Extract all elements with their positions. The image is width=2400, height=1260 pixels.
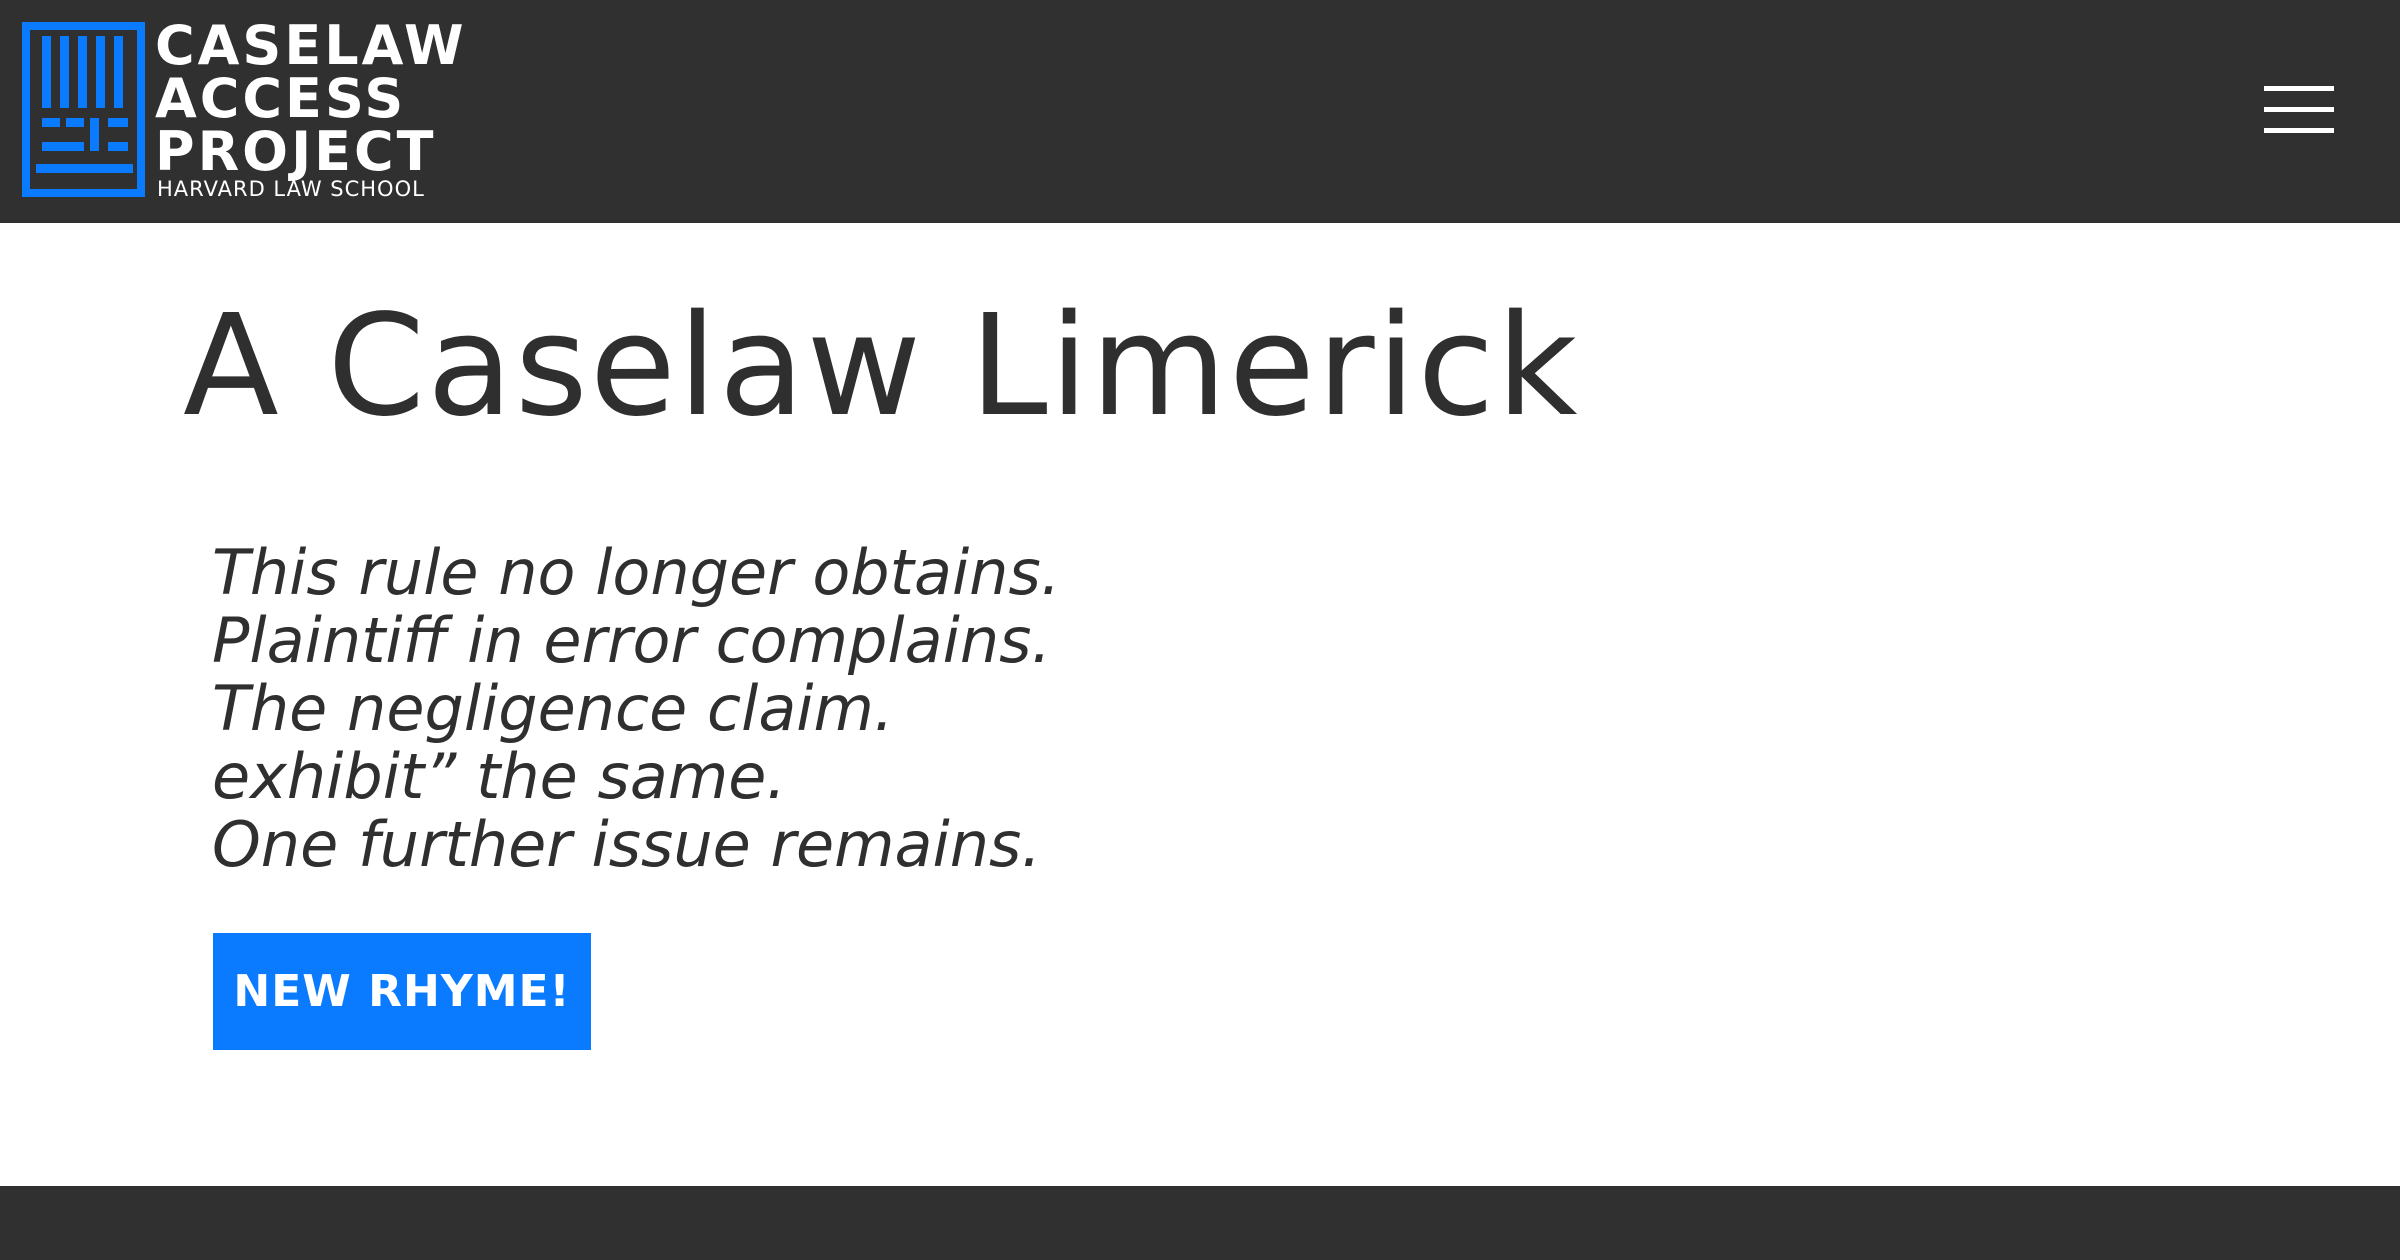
brand-line-2: ACCESS [155, 67, 407, 130]
page-title: A Caselaw Limerick [183, 285, 1580, 448]
brand-wordmark: CASELAW ACCESS PROJECT HARVARD LAW SCHOO… [155, 19, 464, 202]
limerick-poem: This rule no longer obtains. Plaintiff i… [212, 539, 1412, 879]
brand-line-1: CASELAW [155, 14, 467, 77]
poem-line-2: Plaintiff in error complains. [212, 604, 1052, 677]
menu-button[interactable] [2256, 78, 2338, 144]
main-content: A Caselaw Limerick This rule no longer o… [0, 223, 2400, 1186]
poem-line-4: exhibit” the same. [212, 740, 787, 813]
brand-subtitle: HARVARD LAW SCHOOL [157, 177, 425, 201]
poem-line-5: One further issue remains. [212, 808, 1042, 881]
poem-line-1: This rule no longer obtains. [212, 536, 1061, 609]
site-footer [0, 1186, 2400, 1260]
brand-line-3: PROJECT [155, 120, 437, 183]
home-logo-link[interactable]: CASELAW ACCESS PROJECT HARVARD LAW SCHOO… [22, 19, 464, 201]
poem-line-3: The negligence claim. [212, 672, 894, 745]
cap-logo-icon [22, 22, 145, 197]
site-header: CASELAW ACCESS PROJECT HARVARD LAW SCHOO… [0, 0, 2400, 223]
menu-bar-middle [2264, 107, 2334, 112]
new-rhyme-button[interactable]: NEW RHYME! [213, 933, 591, 1050]
menu-bar-top [2264, 86, 2334, 91]
menu-bar-bottom [2264, 128, 2334, 133]
